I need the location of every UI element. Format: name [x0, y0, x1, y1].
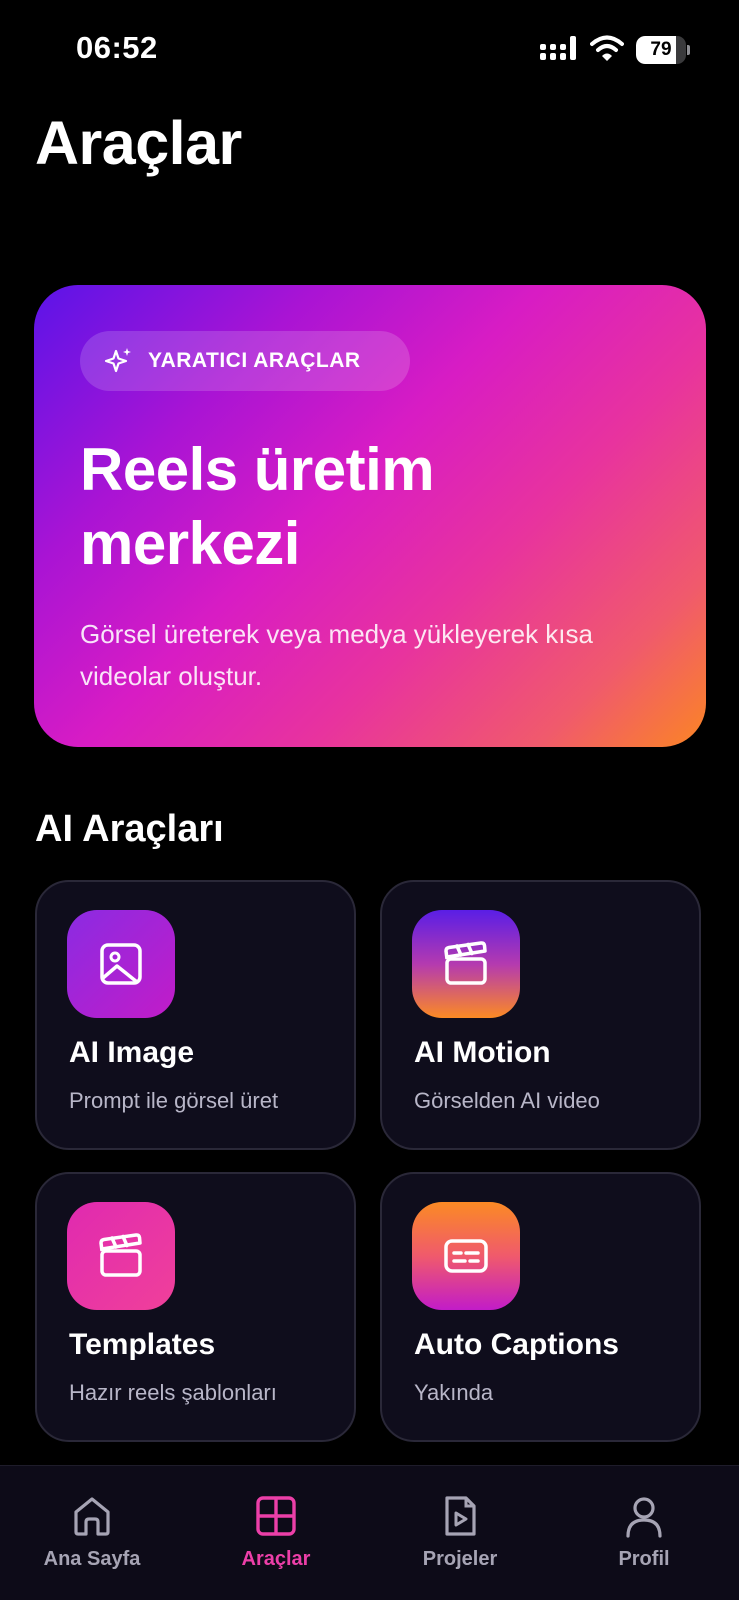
signal-icon	[540, 36, 576, 60]
hero-badge: YARATICI ARAÇLAR	[80, 331, 410, 391]
tool-title: AI Motion	[414, 1036, 551, 1069]
tool-card-templates[interactable]: Templates Hazır reels şablonları	[35, 1172, 356, 1442]
status-time: 06:52	[76, 30, 158, 65]
hero-description: Görsel üreterek veya medya yükleyerek kı…	[80, 619, 593, 691]
wifi-icon	[590, 35, 624, 61]
sparkles-icon	[104, 348, 131, 373]
tab-projects[interactable]: Projeler	[368, 1466, 552, 1600]
tool-subtitle: Hazır reels şablonları	[69, 1380, 277, 1405]
status-bar: 06:52 79	[0, 0, 739, 100]
video-file-icon	[445, 1496, 476, 1536]
tab-tools[interactable]: Araçlar	[184, 1466, 368, 1600]
battery-indicator: 79	[636, 36, 690, 64]
user-icon	[626, 1497, 662, 1538]
tool-title: Templates	[69, 1328, 216, 1361]
tab-profile[interactable]: Profil	[552, 1466, 736, 1600]
section-title: AI Araçları	[35, 808, 224, 850]
tool-subtitle: Görselden AI video	[414, 1088, 600, 1113]
tool-title: Auto Captions	[414, 1328, 619, 1361]
tab-bar: Ana Sayfa Araçlar Projeler Profil	[0, 1465, 739, 1600]
grid-icon	[256, 1496, 296, 1536]
battery-percent: 79	[650, 39, 672, 60]
tab-label: Ana Sayfa	[43, 1548, 141, 1570]
tool-subtitle: Prompt ile görsel üret	[69, 1088, 279, 1113]
tool-card-ai-image[interactable]: AI Image Prompt ile görsel üret	[35, 880, 356, 1150]
hero-badge-label: YARATICI ARAÇLAR	[148, 349, 361, 372]
captions-icon	[412, 1202, 520, 1310]
hero-banner: YARATICI ARAÇLAR Reels üretim merkezi Gö…	[34, 285, 706, 747]
tab-home[interactable]: Ana Sayfa	[0, 1466, 184, 1600]
clapperboard-icon	[67, 1202, 175, 1310]
tab-label: Projeler	[422, 1548, 498, 1570]
tool-card-auto-captions[interactable]: Auto Captions Yakında	[380, 1172, 701, 1442]
tool-title: AI Image	[69, 1036, 195, 1069]
tool-subtitle: Yakında	[414, 1380, 494, 1405]
image-icon	[67, 910, 175, 1018]
hero-title: Reels üretim merkezi	[80, 436, 435, 577]
tool-card-ai-motion[interactable]: AI Motion Görselden AI video	[380, 880, 701, 1150]
clapperboard-icon	[412, 910, 520, 1018]
tools-screen: 06:52 79 Araçlar YARATICI ARAÇLAR Reels …	[0, 0, 739, 1600]
tab-label: Araçlar	[241, 1548, 311, 1570]
home-icon	[74, 1497, 110, 1536]
tab-label: Profil	[618, 1548, 670, 1570]
page-title: Araçlar	[35, 109, 242, 177]
